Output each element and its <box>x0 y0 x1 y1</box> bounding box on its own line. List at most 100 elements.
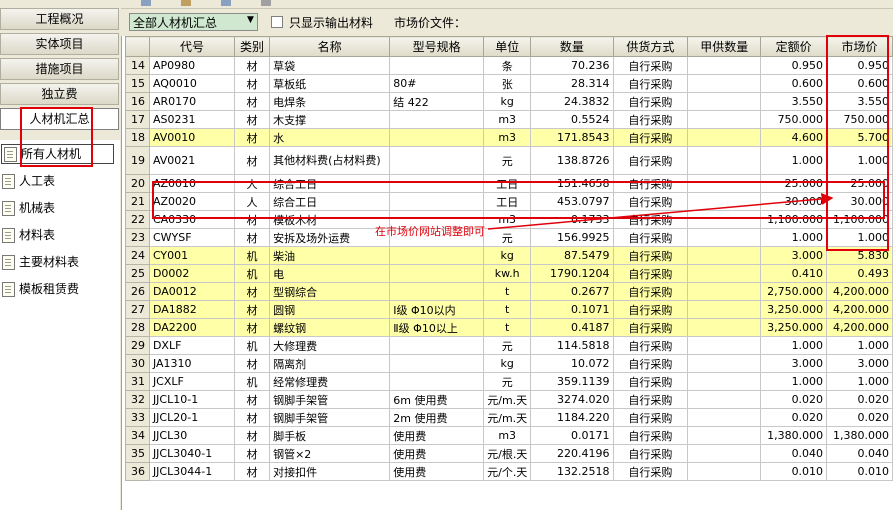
code-cell[interactable]: AV0010 <box>148 128 235 147</box>
market-price-cell[interactable]: 5.700 <box>826 128 893 147</box>
category-cell[interactable]: 材 <box>233 462 271 481</box>
unit-cell[interactable]: m3 <box>483 128 532 147</box>
unit-cell[interactable]: kg <box>483 354 532 373</box>
summary-filter-select[interactable]: 全部人材机汇总 <box>129 13 258 31</box>
tree-item-main-materials[interactable]: 主要材料表 <box>2 252 79 272</box>
quota-price-cell[interactable]: 0.410 <box>760 264 828 283</box>
category-cell[interactable]: 人 <box>233 192 271 211</box>
owner-supplied-qty-cell[interactable] <box>687 300 762 319</box>
owner-supplied-qty-cell[interactable] <box>687 110 762 129</box>
category-cell[interactable]: 人 <box>233 174 271 193</box>
quota-price-cell[interactable]: 25.000 <box>760 174 828 193</box>
name-cell[interactable]: 综合工日 <box>269 192 391 211</box>
code-cell[interactable]: AV0021 <box>148 146 235 175</box>
market-price-cell[interactable]: 0.493 <box>826 264 893 283</box>
quota-price-cell[interactable]: 3.000 <box>760 354 828 373</box>
category-cell[interactable]: 材 <box>233 426 271 445</box>
row-number-cell[interactable]: 15 <box>125 74 150 93</box>
row-number-cell[interactable]: 20 <box>125 174 150 193</box>
category-cell[interactable]: 材 <box>233 146 271 175</box>
quota-price-cell[interactable]: 3,250.000 <box>760 300 828 319</box>
row-number-cell[interactable]: 23 <box>125 228 150 247</box>
quantity-cell[interactable]: 114.5818 <box>530 336 614 355</box>
quota-price-cell[interactable]: 0.600 <box>760 74 828 93</box>
owner-supplied-qty-cell[interactable] <box>687 228 762 247</box>
quota-price-cell[interactable]: 3,250.000 <box>760 318 828 337</box>
name-cell[interactable]: 柴油 <box>269 246 391 265</box>
code-cell[interactable]: JCXLF <box>148 372 235 391</box>
supply-method-cell[interactable]: 自行采购 <box>612 128 689 147</box>
owner-supplied-qty-cell[interactable] <box>687 390 762 409</box>
owner-supplied-qty-cell[interactable] <box>687 462 762 481</box>
quantity-cell[interactable]: 151.4658 <box>530 174 614 193</box>
category-cell[interactable]: 材 <box>233 390 271 409</box>
category-cell[interactable]: 材 <box>233 128 271 147</box>
name-cell[interactable]: 钢管×2 <box>269 444 391 463</box>
market-price-cell[interactable]: 0.600 <box>826 74 893 93</box>
owner-supplied-qty-cell[interactable] <box>687 74 762 93</box>
spec-cell[interactable]: Ⅱ级 Φ10以上 <box>389 318 485 337</box>
spec-cell[interactable] <box>389 282 485 301</box>
owner-supplied-qty-cell[interactable] <box>687 210 762 229</box>
quota-price-cell[interactable]: 4.600 <box>760 128 828 147</box>
table-row[interactable]: 18 AV0010 材水 m3 171.8543 自行采购 4.600 5.700 <box>125 128 893 147</box>
category-cell[interactable]: 材 <box>233 444 271 463</box>
code-cell[interactable]: AQ0010 <box>148 74 235 93</box>
owner-supplied-qty-cell[interactable] <box>687 318 762 337</box>
row-number-cell[interactable]: 16 <box>125 92 150 111</box>
table-row[interactable]: 22 CA0330 材模板木材 m3 0.1733 自行采购 1,100.000 1,100.… <box>125 210 893 229</box>
chevron-down-icon[interactable]: ▼ <box>247 15 254 25</box>
category-cell[interactable]: 机 <box>233 246 271 265</box>
quota-price-cell[interactable]: 0.950 <box>760 56 828 75</box>
toolbar-icon[interactable] <box>181 0 191 6</box>
supply-method-cell[interactable]: 自行采购 <box>612 282 689 301</box>
table-row[interactable]: 16 AR0170 材电焊条结 422 kg 24.3832 自行采购 3.550 3.550 <box>125 92 893 111</box>
quota-price-cell[interactable]: 0.020 <box>760 390 828 409</box>
table-row[interactable]: 35 JJCL3040-1 材钢管×2 使用费 元/根.天 220.4196 自行采购 0.0… <box>125 444 893 463</box>
quantity-cell[interactable]: 0.5524 <box>530 110 614 129</box>
row-number-cell[interactable]: 21 <box>125 192 150 211</box>
spec-cell[interactable] <box>389 354 485 373</box>
name-cell[interactable]: 隔离剂 <box>269 354 391 373</box>
tree-item-labor[interactable]: 人工表 <box>2 171 55 191</box>
quantity-cell[interactable]: 0.2677 <box>530 282 614 301</box>
table-row[interactable]: 29 DXLF 机大修理费 元 114.5818 自行采购 1.000 1.000 <box>125 336 893 355</box>
code-cell[interactable]: AZ0020 <box>148 192 235 211</box>
table-row[interactable]: 32 JJCL10-1 材钢脚手架管 6m 使用费 元/m.天 3274.020 自行采购 0… <box>125 390 893 409</box>
unit-cell[interactable]: 元/m.天 <box>483 390 532 409</box>
market-price-cell[interactable]: 4,200.000 <box>826 282 893 301</box>
market-price-cell[interactable]: 0.950 <box>826 56 893 75</box>
row-number-cell[interactable]: 14 <box>125 56 150 75</box>
category-cell[interactable]: 材 <box>233 92 271 111</box>
unit-cell[interactable]: kg <box>483 246 532 265</box>
row-number-cell[interactable]: 19 <box>125 146 150 175</box>
quantity-cell[interactable]: 70.236 <box>530 56 614 75</box>
owner-supplied-qty-cell[interactable] <box>687 92 762 111</box>
category-cell[interactable]: 机 <box>233 372 271 391</box>
market-price-cell[interactable]: 1,380.000 <box>826 426 893 445</box>
spec-cell[interactable]: 使用费 <box>389 444 485 463</box>
supply-method-cell[interactable]: 自行采购 <box>612 210 689 229</box>
table-row[interactable]: 33 JJCL20-1 材钢脚手架管 2m 使用费 元/m.天 1184.220 自行采购 0… <box>125 408 893 427</box>
name-cell[interactable]: 螺纹钢 <box>269 318 391 337</box>
spec-cell[interactable]: 使用费 <box>389 462 485 481</box>
market-price-cell[interactable]: 1.000 <box>826 372 893 391</box>
table-row[interactable]: 34 JJCL30 材脚手板 使用费 m3 0.0171 自行采购 1,380.000 1,38… <box>125 426 893 445</box>
spec-cell[interactable] <box>389 128 485 147</box>
header-name[interactable]: 名称 <box>269 36 391 57</box>
table-row[interactable]: 21 AZ0020 人综合工日 工日 453.0797 自行采购 30.000 30.000 <box>125 192 893 211</box>
code-cell[interactable]: JJCL3044-1 <box>148 462 235 481</box>
unit-cell[interactable]: 工日 <box>483 174 532 193</box>
owner-supplied-qty-cell[interactable] <box>687 408 762 427</box>
owner-supplied-qty-cell[interactable] <box>687 128 762 147</box>
quantity-cell[interactable]: 138.8726 <box>530 146 614 175</box>
market-price-cell[interactable]: 0.040 <box>826 444 893 463</box>
row-number-cell[interactable]: 30 <box>125 354 150 373</box>
market-price-cell[interactable]: 1.000 <box>826 228 893 247</box>
header-supply-method[interactable]: 供货方式 <box>612 36 689 57</box>
table-row[interactable]: 23 CWYSF 材安拆及场外运费 元 156.9925 自行采购 1.000 1.000 <box>125 228 893 247</box>
market-price-cell[interactable]: 25.000 <box>826 174 893 193</box>
quota-price-cell[interactable]: 3.000 <box>760 246 828 265</box>
supply-method-cell[interactable]: 自行采购 <box>612 336 689 355</box>
spec-cell[interactable] <box>389 146 485 175</box>
